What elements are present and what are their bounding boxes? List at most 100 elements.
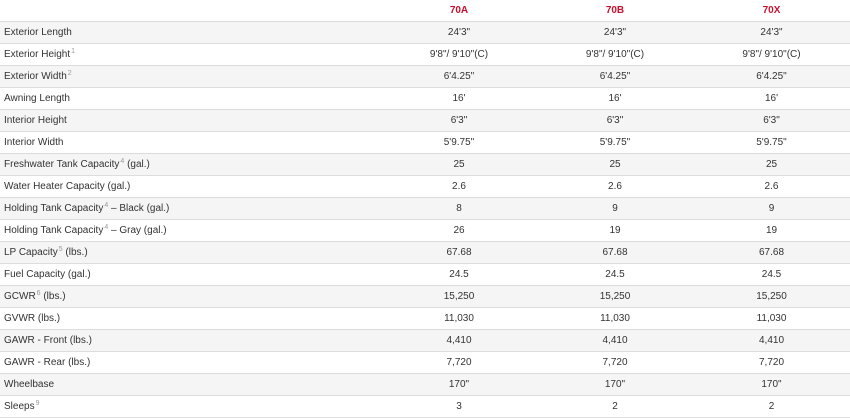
spec-value-70b: 2: [537, 395, 693, 418]
spec-label: Interior Height: [0, 109, 381, 132]
spec-value-70b: 24'3": [537, 21, 693, 44]
spec-label-text: GAWR - Rear (lbs.): [4, 357, 91, 368]
spec-label-suffix: – Gray (gal.): [108, 225, 167, 236]
spec-value-70x: 16': [693, 87, 850, 110]
spec-value-70b: 170": [537, 373, 693, 396]
spec-value-70x: 9'8"/ 9'10"(C): [693, 43, 850, 66]
footnote-marker: 2: [67, 69, 72, 77]
spec-value-70a: 67.68: [381, 241, 537, 264]
spec-value-70b: 6'3": [537, 109, 693, 132]
spec-value-70x: 24'3": [693, 21, 850, 44]
model-header-70a: 70A: [381, 0, 537, 22]
spec-value-70a: 15,250: [381, 285, 537, 308]
spec-value-70b: 5'9.75": [537, 131, 693, 154]
spec-value-70a: 16': [381, 87, 537, 110]
spec-value-70b: 24.5: [537, 263, 693, 286]
spec-value-70b: 9'8"/ 9'10"(C): [537, 43, 693, 66]
spec-label-text: Exterior Height: [4, 49, 71, 60]
spec-value-70a: 25: [381, 153, 537, 176]
spec-value-70a: 3: [381, 395, 537, 418]
table-row: Fuel Capacity (gal.) 24.5 24.5 24.5: [0, 263, 850, 286]
spec-label: Water Heater Capacity (gal.): [0, 175, 381, 198]
spec-label-suffix: (lbs.): [40, 291, 66, 302]
spec-label: Fuel Capacity (gal.): [0, 263, 381, 286]
spec-label: Awning Length: [0, 87, 381, 110]
spec-label: Freshwater Tank Capacity4 (gal.): [0, 153, 381, 176]
spec-label-suffix: (lbs.): [62, 247, 88, 258]
table-row: Exterior Height1 9'8"/ 9'10"(C) 9'8"/ 9'10…: [0, 43, 850, 66]
spec-value-70a: 5'9.75": [381, 131, 537, 154]
table-row: Sleeps9 3 2 2: [0, 395, 850, 418]
table-row: GAWR - Rear (lbs.) 7,720 7,720 7,720: [0, 351, 850, 374]
table-header-row: 70A 70B 70X: [0, 0, 850, 22]
spec-value-70b: 15,250: [537, 285, 693, 308]
spec-label: GVWR (lbs.): [0, 307, 381, 330]
spec-label-text: Interior Width: [4, 137, 64, 148]
spec-value-70x: 4,410: [693, 329, 850, 352]
spec-label-text: Exterior Width: [4, 71, 67, 82]
spec-label-text: Sleeps: [4, 401, 35, 412]
spec-value-70b: 16': [537, 87, 693, 110]
table-row: GAWR - Front (lbs.) 4,410 4,410 4,410: [0, 329, 850, 352]
footnote-marker: 9: [35, 399, 40, 407]
table-row: Interior Width 5'9.75" 5'9.75" 5'9.75": [0, 131, 850, 154]
model-header-70b: 70B: [537, 0, 693, 22]
spec-label-text: Interior Height: [4, 115, 67, 126]
table-row: Exterior Width2 6'4.25" 6'4.25" 6'4.25": [0, 65, 850, 88]
spec-value-70x: 5'9.75": [693, 131, 850, 154]
spec-label: GAWR - Front (lbs.): [0, 329, 381, 352]
table-row: GVWR (lbs.) 11,030 11,030 11,030: [0, 307, 850, 330]
spec-label: Sleeps9: [0, 395, 381, 418]
table-row: Exterior Length 24'3" 24'3" 24'3": [0, 21, 850, 44]
spec-label-text: GVWR (lbs.): [4, 313, 61, 324]
spec-value-70a: 6'3": [381, 109, 537, 132]
table-row: LP Capacity5 (lbs.) 67.68 67.68 67.68: [0, 241, 850, 264]
spec-label-suffix: (gal.): [124, 159, 150, 170]
spec-label-suffix: – Black (gal.): [108, 203, 170, 214]
spec-label-text: Fuel Capacity (gal.): [4, 269, 91, 280]
spec-label: Exterior Length: [0, 21, 381, 44]
table-row: Holding Tank Capacity4 – Black (gal.) 8 9 9: [0, 197, 850, 220]
spec-label-text: GCWR: [4, 291, 36, 302]
spec-label-text: Freshwater Tank Capacity: [4, 159, 120, 170]
spec-value-70a: 4,410: [381, 329, 537, 352]
spec-value-70x: 2: [693, 395, 850, 418]
table-row: GCWR6 (lbs.) 15,250 15,250 15,250: [0, 285, 850, 308]
spec-value-70b: 4,410: [537, 329, 693, 352]
table-row: Wheelbase 170" 170" 170": [0, 373, 850, 396]
spec-value-70a: 24.5: [381, 263, 537, 286]
spec-value-70b: 6'4.25": [537, 65, 693, 88]
spec-value-70x: 11,030: [693, 307, 850, 330]
spec-value-70x: 7,720: [693, 351, 850, 374]
spec-label-text: Holding Tank Capacity: [4, 225, 104, 236]
spec-value-70b: 2.6: [537, 175, 693, 198]
spec-label-text: Awning Length: [4, 93, 70, 104]
spec-value-70b: 25: [537, 153, 693, 176]
spec-value-70a: 170": [381, 373, 537, 396]
spec-label: GAWR - Rear (lbs.): [0, 351, 381, 374]
spec-value-70a: 24'3": [381, 21, 537, 44]
spec-value-70x: 170": [693, 373, 850, 396]
spec-value-70b: 11,030: [537, 307, 693, 330]
spec-label: Holding Tank Capacity4 – Gray (gal.): [0, 219, 381, 242]
table-row: Awning Length 16' 16' 16': [0, 87, 850, 110]
spec-value-70x: 6'4.25": [693, 65, 850, 88]
spec-value-70a: 2.6: [381, 175, 537, 198]
spec-rows: Exterior Length 24'3" 24'3" 24'3" Exterior H…: [0, 21, 850, 418]
spec-value-70b: 67.68: [537, 241, 693, 264]
spec-value-70a: 26: [381, 219, 537, 242]
table-row: Freshwater Tank Capacity4 (gal.) 25 25 25: [0, 153, 850, 176]
spec-label-text: Water Heater Capacity (gal.): [4, 181, 131, 192]
spec-label: Holding Tank Capacity4 – Black (gal.): [0, 197, 381, 220]
spec-value-70a: 9'8"/ 9'10"(C): [381, 43, 537, 66]
spec-value-70x: 25: [693, 153, 850, 176]
spec-label-text: Holding Tank Capacity: [4, 203, 104, 214]
spec-value-70a: 6'4.25": [381, 65, 537, 88]
spec-label: GCWR6 (lbs.): [0, 285, 381, 308]
spec-value-70x: 67.68: [693, 241, 850, 264]
spec-label: Interior Width: [0, 131, 381, 154]
spec-value-70x: 2.6: [693, 175, 850, 198]
spec-label-header: [0, 0, 381, 22]
model-header-70x: 70X: [693, 0, 850, 22]
spec-label: Exterior Height1: [0, 43, 381, 66]
